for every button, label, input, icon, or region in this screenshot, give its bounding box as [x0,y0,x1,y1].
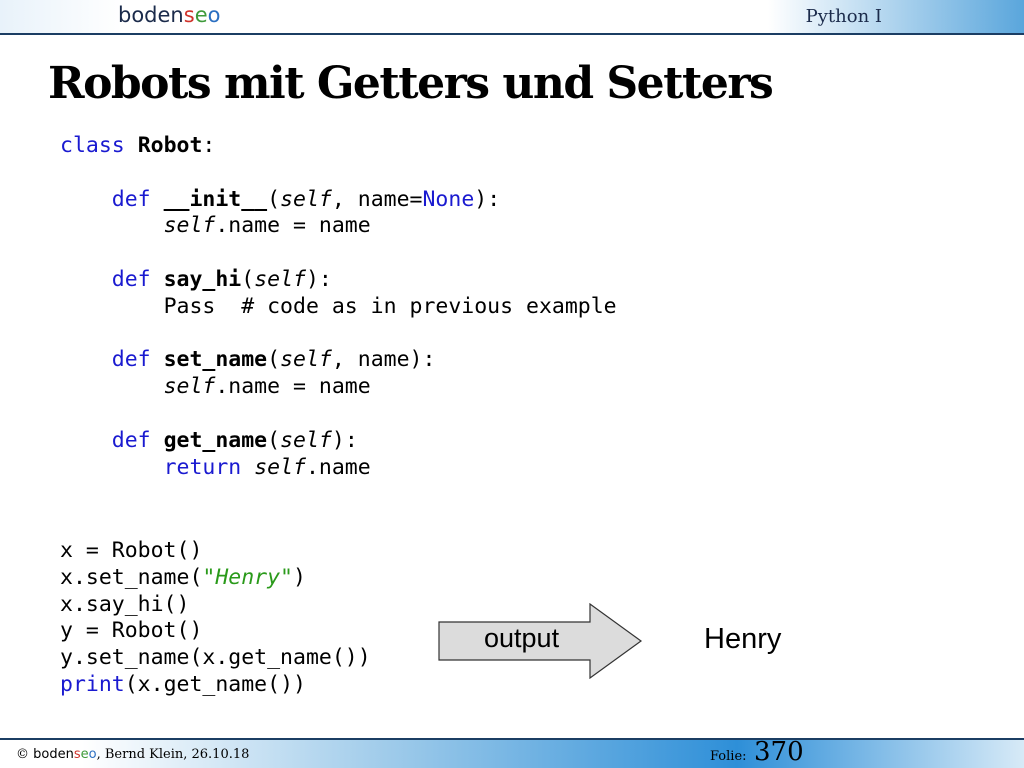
bodenseo-logo: bodenseo [118,3,220,27]
usage-line: y = Robot() [60,618,203,644]
course-title: Python I [805,6,882,27]
code-text: .name = name [215,374,371,400]
brand-part-1: boden [33,747,74,762]
code-keyword: def [111,186,151,212]
code-keyword: def [111,427,151,453]
code-text: , name): [331,347,436,373]
code-text: ): [331,427,358,453]
code-text: ): [305,266,332,292]
code-self: self [280,427,332,453]
usage-line: x = Robot() [60,538,203,563]
code-keyword: print [60,671,125,697]
brand-part-4: o [88,747,97,762]
output-value: Henry [704,623,782,655]
code-text: ( [241,266,255,292]
code-text: Pass # code as in previous example [163,293,617,319]
code-self: self [254,266,306,292]
code-method-name: say_hi [163,266,242,292]
logo-part-2: s [183,3,195,27]
folie-label: Folie: [710,749,747,764]
footer-brand: bodenseo [33,747,96,762]
slide-number: 370 [754,737,804,767]
copyright-symbol: © [16,747,29,762]
usage-line: x.set_name( [60,564,203,590]
author-date: , Bernd Klein, 26.10.18 [96,747,250,762]
usage-line: y.set_name(x.get_name()) [60,645,371,671]
usage-line: ) [293,564,306,590]
logo-part-1: boden [118,3,184,27]
header-bar: bodenseo Python I [0,0,1024,35]
code-self: self [163,374,216,400]
code-class-name: Robot [137,133,203,158]
code-text: ( [267,427,281,453]
code-self: self [280,186,332,212]
footer-credit: © bodenseo, Bernd Klein, 26.10.18 [16,747,249,762]
logo-part-3: e [194,3,208,27]
code-keyword: class [60,133,125,158]
code-text: ( [267,347,281,373]
usage-line: (x.get_name()) [124,671,306,697]
code-method-name: get_name [163,427,268,453]
slide-title: Robots mit Getters und Setters [48,58,774,109]
usage-line: x.say_hi() [60,591,190,617]
code-keyword: return [163,454,242,480]
code-method-name: __init__ [163,186,268,212]
code-keyword: def [111,347,151,373]
code-text: ( [267,186,281,212]
output-arrow-label: output [484,623,560,653]
code-keyword: None [422,186,475,212]
footer-bar: © bodenseo, Bernd Klein, 26.10.18 Folie:… [0,737,1024,768]
usage-code-block: x = Robot() x.set_name("Henry") x.say_hi… [60,538,371,699]
class-code-block: class Robot: def __init__(self, name=Non… [60,133,617,481]
code-text: , name= [331,186,423,212]
code-self: self [163,213,216,239]
code-text: .name = name [215,213,371,239]
logo-part-4: o [207,3,221,27]
brand-part-2: s [73,747,81,762]
code-text: .name [305,454,371,480]
code-keyword: def [111,266,151,292]
code-self: self [254,454,306,480]
code-self: self [280,347,332,373]
code-punctuation: : [202,133,216,158]
code-method-name: set_name [163,347,268,373]
code-text: ): [474,186,501,212]
code-string: "Henry" [202,564,293,590]
brand-part-3: e [80,747,89,762]
